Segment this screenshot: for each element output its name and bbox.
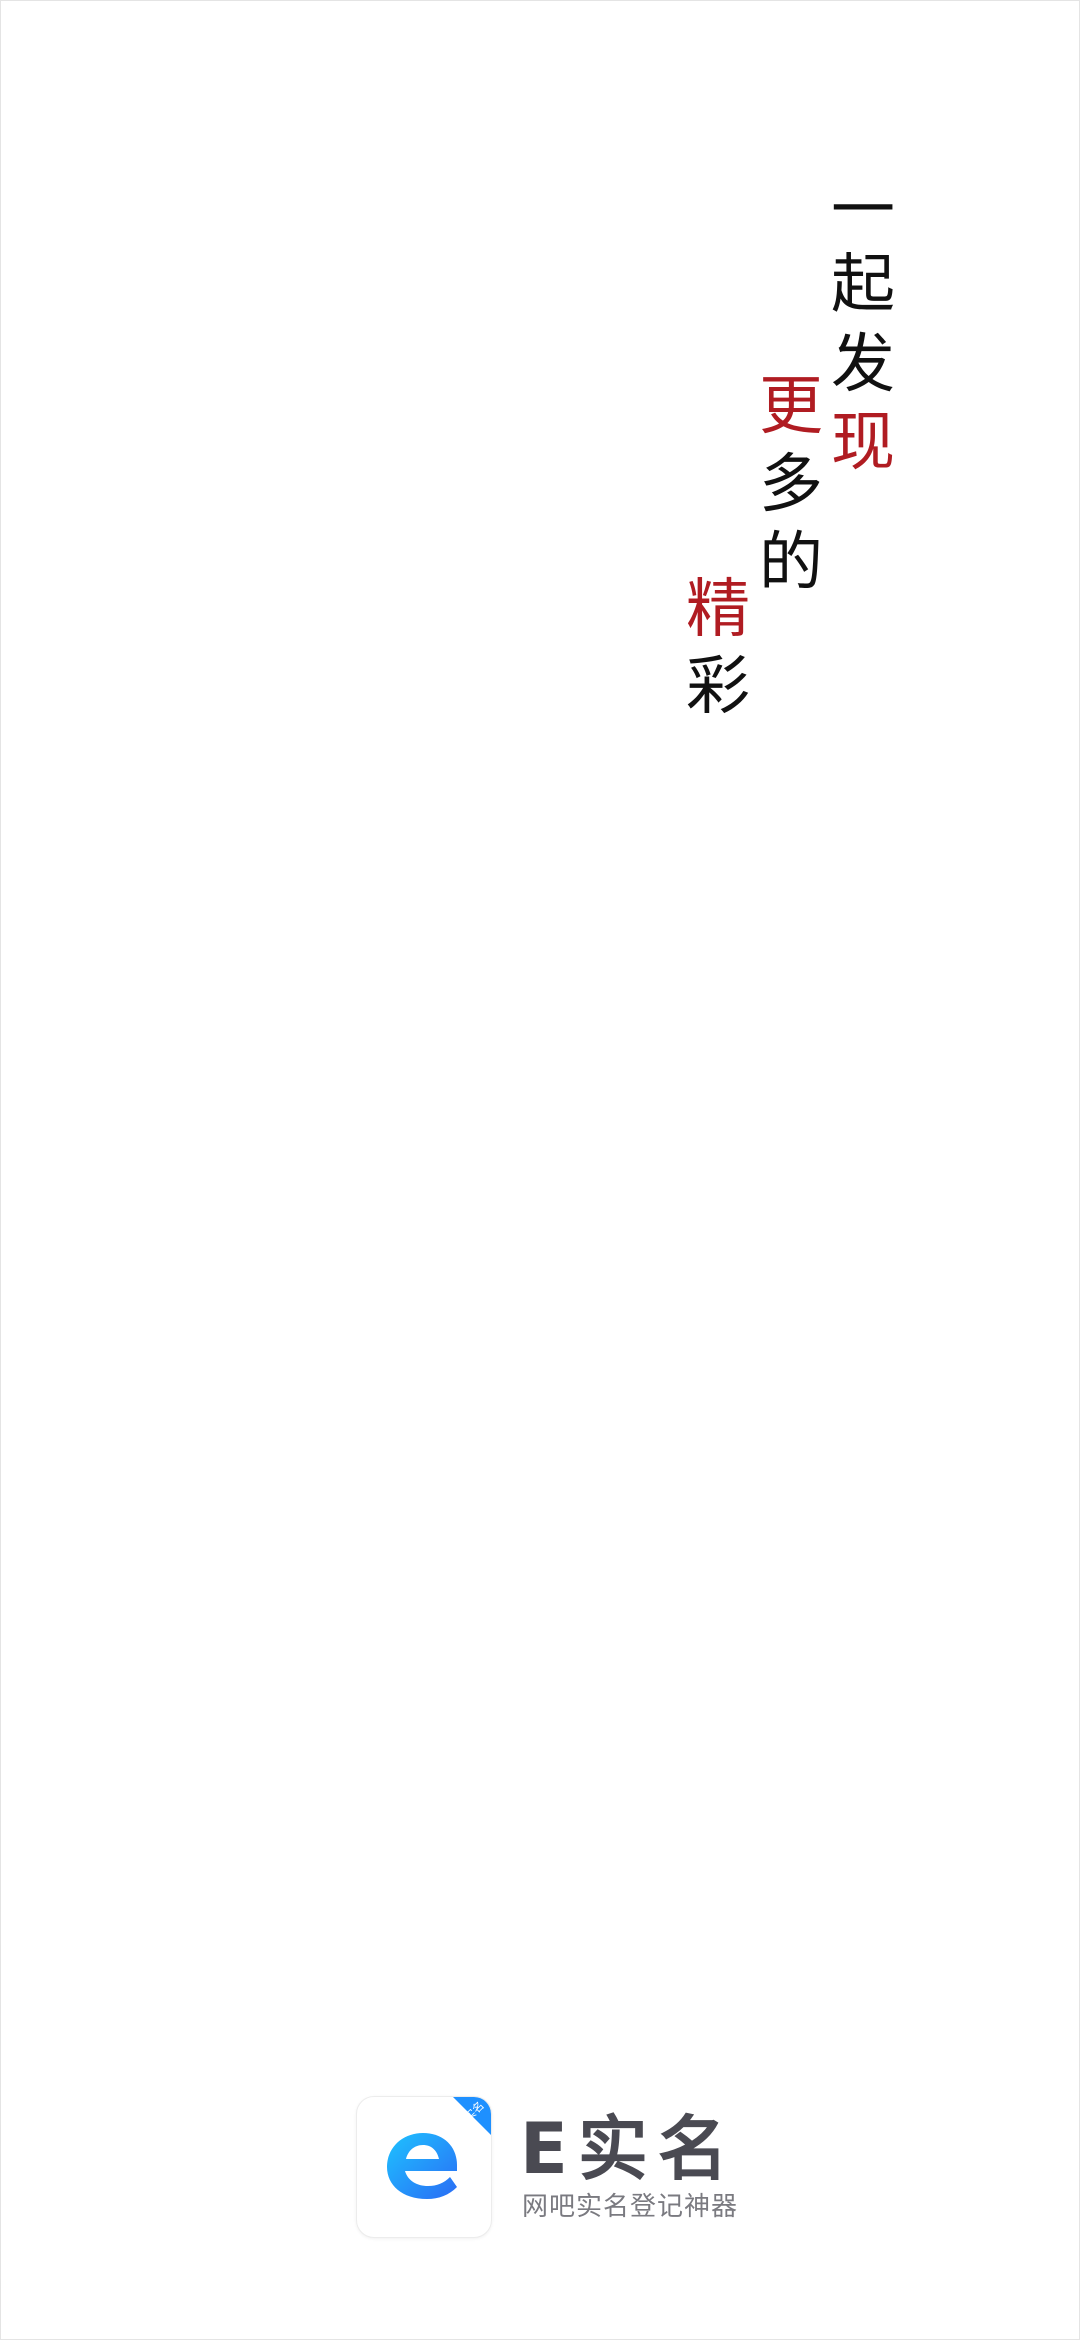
slogan-char: 一 [831,174,895,248]
brand-name: E实名 [520,2108,738,2190]
slogan-char: 精 [686,573,750,647]
slogan-char: 彩 [686,650,750,724]
app-logo: 实名 [356,2096,492,2238]
slogan-char: 起 [831,248,895,322]
slogan-char: 更 [759,370,823,444]
brand-tagline: 网吧实名登记神器 [522,2192,739,2222]
splash-frame [0,0,1080,2340]
slogan-char: 现 [831,406,895,480]
slogan-char: 发 [831,328,895,402]
slogan-char: 多 [759,448,823,522]
slogan-char: 的 [759,526,823,600]
